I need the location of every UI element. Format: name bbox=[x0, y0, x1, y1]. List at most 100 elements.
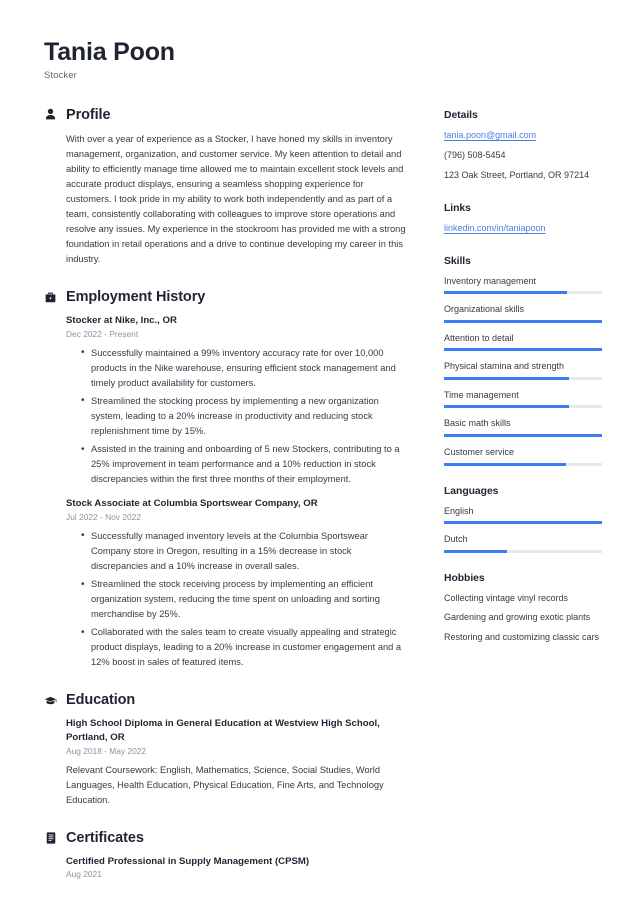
language-fill bbox=[444, 549, 508, 553]
sidebar-skills: Skills Inventory management Organization… bbox=[444, 256, 602, 466]
profile-text: With over a year of experience as a Stoc… bbox=[66, 133, 406, 265]
skill-row: Physical stamina and strength bbox=[444, 360, 602, 380]
resume-page: Tania Poon Stocker Profile With over a y… bbox=[0, 0, 640, 905]
employment-entry: Stocker at Nike, Inc., OR Dec 2022 - Pre… bbox=[66, 314, 408, 487]
bullet-item: Successfully maintained a 99% inventory … bbox=[81, 345, 408, 391]
employment-entry-bullets: Successfully maintained a 99% inventory … bbox=[66, 345, 408, 487]
hobby-item: Restoring and customizing classic cars bbox=[444, 631, 600, 642]
skill-fill bbox=[444, 291, 568, 295]
employment-entry-bullets: Successfully managed inventory levels at… bbox=[66, 528, 408, 670]
skill-track bbox=[444, 291, 602, 295]
certificate-icon bbox=[44, 831, 57, 845]
skill-label: Physical stamina and strength bbox=[444, 361, 565, 372]
section-title-education: Education bbox=[66, 692, 136, 709]
section-title-employment: Employment History bbox=[66, 289, 206, 306]
language-track bbox=[444, 549, 602, 553]
section-header-profile: Profile bbox=[44, 107, 408, 123]
section-employment-history: Employment History Stocker at Nike, Inc.… bbox=[44, 289, 408, 670]
skill-fill bbox=[444, 348, 602, 352]
employment-entry-title: Stock Associate at Columbia Sportswear C… bbox=[66, 498, 318, 510]
employment-entry-title: Stocker at Nike, Inc., OR bbox=[66, 315, 177, 327]
section-header-education: Education bbox=[44, 692, 408, 708]
certificate-entry-date: Aug 2021 bbox=[66, 869, 102, 880]
sidebar-title-languages: Languages bbox=[444, 485, 499, 497]
skill-track bbox=[444, 434, 602, 438]
sidebar-links: Links linkedin.com/in/taniapoon bbox=[444, 203, 602, 236]
resume-header: Tania Poon Stocker bbox=[44, 38, 600, 81]
email-link[interactable]: tania.poon@gmail.com bbox=[444, 129, 602, 143]
skill-label: Organizational skills bbox=[444, 304, 525, 315]
skill-row: Basic math skills bbox=[444, 417, 602, 438]
language-row: English bbox=[444, 505, 602, 525]
sidebar-title-links: Links bbox=[444, 202, 471, 214]
skill-track bbox=[444, 462, 602, 466]
person-icon bbox=[44, 108, 57, 122]
sidebar-title-hobbies: Hobbies bbox=[444, 572, 485, 584]
language-label: English bbox=[444, 505, 474, 516]
skill-fill bbox=[444, 319, 602, 323]
skill-track bbox=[444, 376, 602, 380]
skill-row: Customer service bbox=[444, 446, 602, 466]
skill-row: Organizational skills bbox=[444, 303, 602, 323]
skill-label: Inventory management bbox=[444, 275, 537, 286]
bullet-item: Successfully managed inventory levels at… bbox=[81, 528, 408, 574]
certificate-entry: Certified Professional in Supply Managem… bbox=[66, 855, 408, 882]
main-column: Profile With over a year of experience a… bbox=[44, 107, 408, 903]
language-fill bbox=[444, 521, 602, 525]
hobby-item: Gardening and growing exotic plants bbox=[444, 612, 591, 623]
skill-row: Time management bbox=[444, 389, 602, 409]
section-education: Education High School Diploma in General… bbox=[44, 692, 408, 807]
candidate-name: Tania Poon bbox=[44, 38, 175, 66]
education-entry-title: High School Diploma in General Education… bbox=[66, 718, 380, 744]
phone-number: (796) 508-5454 bbox=[444, 149, 506, 160]
employment-entry-date: Dec 2022 - Present bbox=[66, 329, 139, 340]
hobby-item: Collecting vintage vinyl records bbox=[444, 592, 569, 603]
section-title-certificates: Certificates bbox=[66, 829, 144, 846]
skill-fill bbox=[444, 462, 566, 466]
section-body-certificates: Certified Professional in Supply Managem… bbox=[44, 855, 408, 882]
sidebar-languages: Languages English Dutch bbox=[444, 486, 602, 553]
education-entry-date: Aug 2018 - May 2022 bbox=[66, 746, 147, 757]
section-certificates: Certificates Certified Professional in S… bbox=[44, 830, 408, 882]
education-entry: High School Diploma in General Education… bbox=[66, 717, 408, 807]
education-entry-description: Relevant Coursework: English, Mathematic… bbox=[66, 764, 384, 805]
section-title-profile: Profile bbox=[66, 106, 111, 123]
skill-row: Inventory management bbox=[444, 275, 602, 295]
skill-label: Basic math skills bbox=[444, 418, 511, 429]
bullet-item: Collaborated with the sales team to crea… bbox=[81, 625, 408, 670]
skill-fill bbox=[444, 434, 602, 438]
section-header-employment: Employment History bbox=[44, 289, 408, 305]
skill-fill bbox=[444, 376, 569, 380]
section-body-profile: With over a year of experience as a Stoc… bbox=[44, 132, 408, 267]
resume-body: Profile With over a year of experience a… bbox=[44, 107, 602, 903]
skill-label: Customer service bbox=[444, 447, 515, 458]
section-body-employment: Stocker at Nike, Inc., OR Dec 2022 - Pre… bbox=[44, 314, 408, 670]
sidebar-hobbies: Hobbies Collecting vintage vinyl records… bbox=[444, 573, 602, 645]
employment-entry: Stock Associate at Columbia Sportswear C… bbox=[66, 497, 408, 670]
graduation-cap-icon bbox=[44, 693, 57, 707]
employment-entry-date: Jul 2022 - Nov 2022 bbox=[66, 512, 141, 523]
section-body-education: High School Diploma in General Education… bbox=[44, 717, 408, 807]
sidebar-title-details: Details bbox=[444, 109, 478, 121]
skill-fill bbox=[444, 405, 569, 409]
bullet-item: Streamlined the stocking process by impl… bbox=[81, 393, 408, 439]
sidebar-title-skills: Skills bbox=[444, 255, 471, 267]
language-track bbox=[444, 521, 602, 525]
skill-label: Attention to detail bbox=[444, 332, 514, 343]
candidate-job-title: Stocker bbox=[44, 69, 77, 81]
skill-row: Attention to detail bbox=[444, 332, 602, 352]
skill-label: Time management bbox=[444, 389, 519, 400]
language-label: Dutch bbox=[444, 534, 468, 545]
section-profile: Profile With over a year of experience a… bbox=[44, 107, 408, 267]
sidebar-details: Details tania.poon@gmail.com (796) 508-5… bbox=[444, 110, 602, 183]
skill-track bbox=[444, 405, 602, 409]
language-row: Dutch bbox=[444, 533, 602, 553]
certificate-entry-title: Certified Professional in Supply Managem… bbox=[66, 855, 310, 867]
sidebar-column: Details tania.poon@gmail.com (796) 508-5… bbox=[444, 107, 602, 665]
address: 123 Oak Street, Portland, OR 97214 bbox=[444, 169, 590, 180]
section-header-certificates: Certificates bbox=[44, 830, 408, 846]
bullet-item: Streamlined the stock receiving process … bbox=[81, 577, 408, 622]
bullet-item: Assisted in the training and onboarding … bbox=[81, 442, 408, 487]
skill-track bbox=[444, 348, 602, 352]
linkedin-link[interactable]: linkedin.com/in/taniapoon bbox=[444, 222, 602, 236]
